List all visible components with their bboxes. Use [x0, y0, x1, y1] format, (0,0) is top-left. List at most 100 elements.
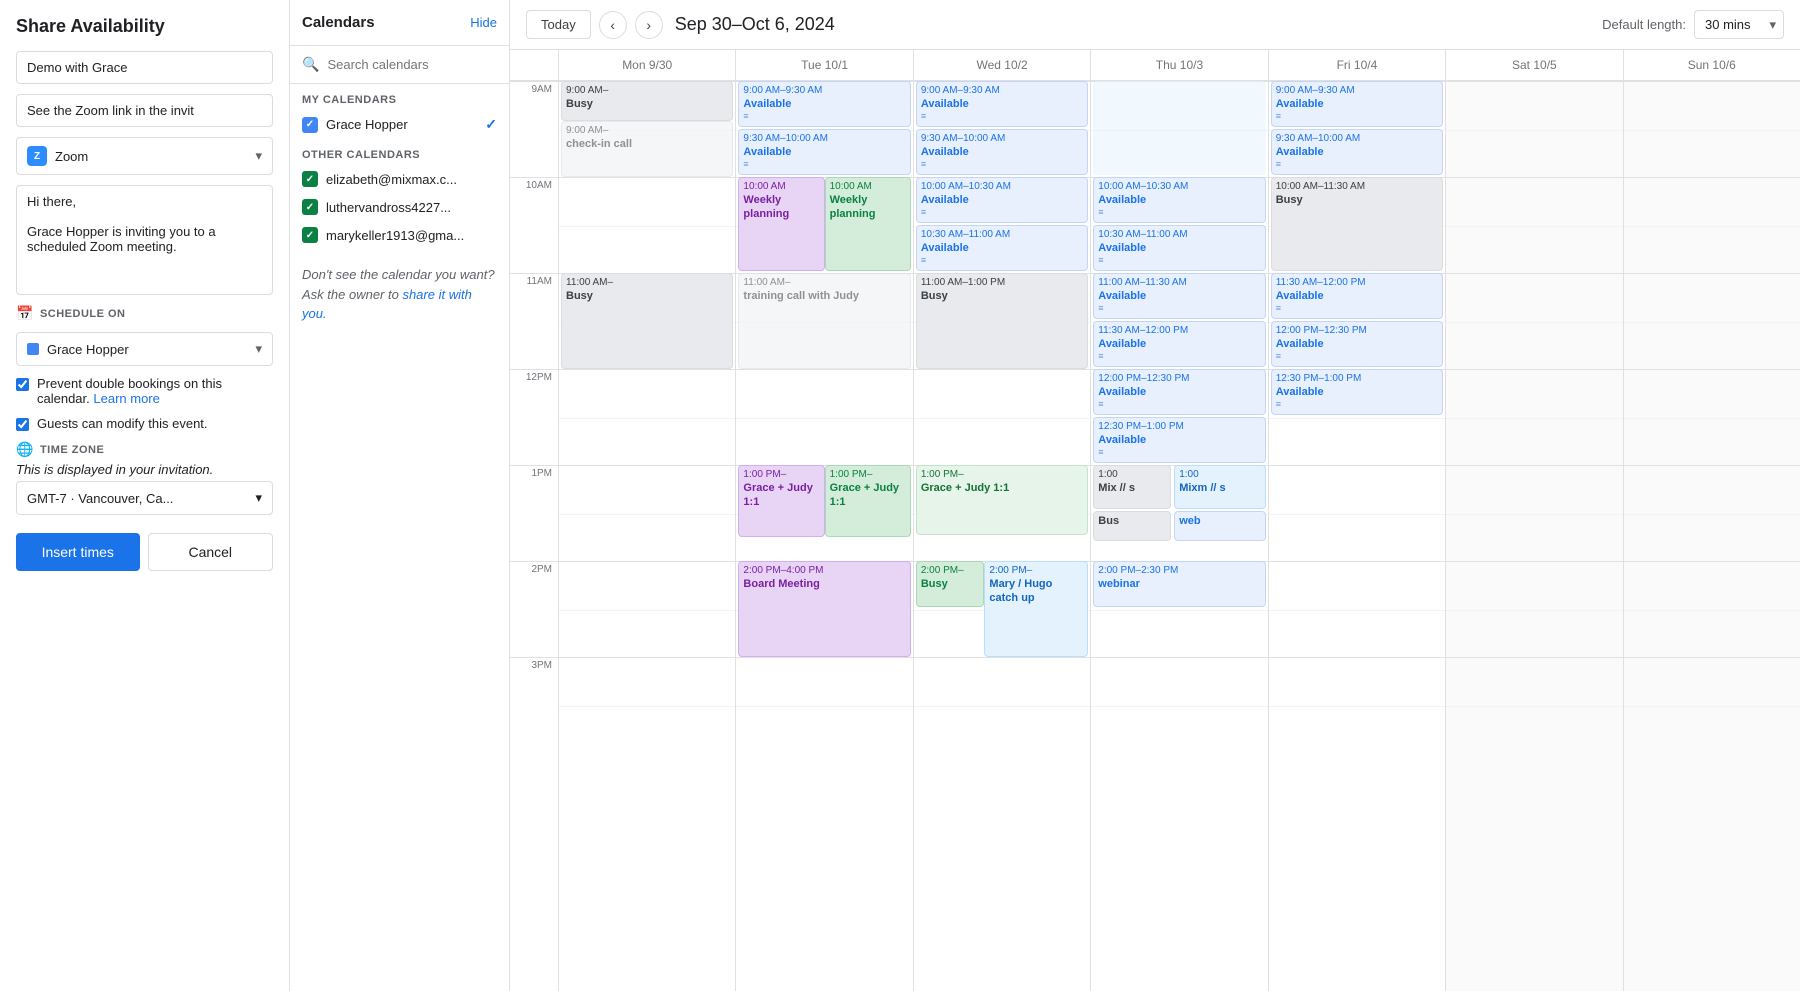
calendar-item-name-elizabeth: elizabeth@mixmax.c...: [326, 172, 497, 187]
learn-more-link[interactable]: Learn more: [93, 391, 159, 406]
calendar-nav: Today ‹ ›: [526, 10, 663, 39]
next-arrow[interactable]: ›: [635, 11, 663, 39]
calendar-item-name-grace: Grace Hopper: [326, 117, 477, 132]
search-calendars-box: 🔍: [290, 46, 509, 84]
search-calendars-input[interactable]: [327, 57, 497, 72]
event-wed-avail1[interactable]: 9:00 AM–9:30 AM Available ≡: [916, 81, 1088, 127]
conferencing-select[interactable]: Z Zoom ▾ Zoom: [16, 137, 273, 175]
event-wed-mary-hugo[interactable]: 2:00 PM– Mary / Hugo catch up: [984, 561, 1088, 657]
event-description-input[interactable]: [16, 94, 273, 127]
events-layer-mon: 9:00 AM– Busy 9:00 AM– check-in call 11:…: [559, 81, 735, 991]
col-header-tue: Tue 10/1: [735, 50, 912, 80]
time-9am: 9AM: [510, 81, 558, 177]
date-range: Sep 30–Oct 6, 2024: [675, 14, 1590, 35]
event-title-input[interactable]: [16, 51, 273, 84]
calendar-chevron-icon: ▾: [255, 341, 262, 357]
calendar-check-luther: ✓: [302, 199, 318, 215]
calendars-panel: Calendars Hide 🔍 MY CALENDARS ✓ Grace Ho…: [290, 0, 510, 991]
search-icon: 🔍: [302, 56, 319, 73]
calendar-selected-mark: ✓: [485, 116, 497, 133]
event-mon-busy2[interactable]: 11:00 AM– Busy: [561, 273, 733, 369]
event-fri-busy[interactable]: 10:00 AM–11:30 AM Busy: [1271, 177, 1443, 271]
day-col-tue: 9:00 AM–9:30 AM Available ≡ 9:30 AM–10:0…: [735, 81, 912, 991]
event-thu-bus[interactable]: Bus: [1093, 511, 1170, 541]
event-fri-avail2[interactable]: 9:30 AM–10:00 AM Available ≡: [1271, 129, 1443, 175]
message-textarea[interactable]: Hi there, Grace Hopper is inviting you t…: [16, 185, 273, 295]
calendar-item-elizabeth[interactable]: ✓ elizabeth@mixmax.c...: [290, 165, 509, 193]
cancel-button[interactable]: Cancel: [148, 533, 274, 571]
day-col-fri: 9:00 AM–9:30 AM Available ≡ 9:30 AM–10:0…: [1268, 81, 1445, 991]
calendar-grid: Mon 9/30 Tue 10/1 Wed 10/2 Thu 10/3 Fri …: [510, 50, 1800, 991]
day-col-mon: 9:00 AM– Busy 9:00 AM– check-in call 11:…: [558, 81, 735, 991]
share-it-link[interactable]: share it with you.: [302, 287, 472, 322]
day-col-sat: [1445, 81, 1622, 991]
event-thu-mix1[interactable]: 1:00 Mix // s: [1093, 465, 1170, 509]
event-thu-web[interactable]: web: [1174, 511, 1266, 541]
guests-modify-checkbox[interactable]: [16, 418, 29, 431]
time-10am: 10AM: [510, 177, 558, 273]
timezone-value: GMT-7 · Vancouver, Ca...: [27, 491, 173, 506]
col-header-fri: Fri 10/4: [1268, 50, 1445, 80]
calendar-check-mark: ✓: [306, 119, 314, 130]
events-layer-fri: 9:00 AM–9:30 AM Available ≡ 9:30 AM–10:0…: [1269, 81, 1445, 991]
event-thu-avail4[interactable]: 11:30 AM–12:00 PM Available ≡: [1093, 321, 1265, 367]
calendar-select[interactable]: Grace Hopper ▾: [16, 332, 273, 366]
prev-arrow[interactable]: ‹: [599, 11, 627, 39]
insert-times-button[interactable]: Insert times: [16, 533, 140, 571]
timezone-chevron-icon: ▾: [255, 490, 262, 506]
calendar-check-elizabeth: ✓: [302, 171, 318, 187]
col-header-sun: Sun 10/6: [1623, 50, 1800, 80]
calendar-check-grace: ✓: [302, 117, 318, 133]
other-calendars-label: OTHER CALENDARS: [290, 139, 509, 165]
event-fri-avail5[interactable]: 12:30 PM–1:00 PM Available ≡: [1271, 369, 1443, 415]
col-header-wed: Wed 10/2: [913, 50, 1090, 80]
event-wed-avail2[interactable]: 9:30 AM–10:00 AM Available ≡: [916, 129, 1088, 175]
time-12pm: 12PM: [510, 369, 558, 465]
event-tue-weekly2[interactable]: 10:00 AM Weekly planning: [825, 177, 911, 271]
calendar-check-mary: ✓: [302, 227, 318, 243]
event-tue-grace-judy2[interactable]: 1:00 PM– Grace + Judy 1:1: [825, 465, 911, 537]
calendar-item-luther[interactable]: ✓ luthervandross4227...: [290, 193, 509, 221]
calendar-item-mary[interactable]: ✓ marykeller1913@gma...: [290, 221, 509, 249]
events-layer-wed: 9:00 AM–9:30 AM Available ≡ 9:30 AM–10:0…: [914, 81, 1090, 991]
col-header-thu: Thu 10/3: [1090, 50, 1267, 80]
event-fri-avail4[interactable]: 12:00 PM–12:30 PM Available ≡: [1271, 321, 1443, 367]
today-button[interactable]: Today: [526, 10, 591, 39]
day-col-wed: 9:00 AM–9:30 AM Available ≡ 9:30 AM–10:0…: [913, 81, 1090, 991]
event-wed-avail4[interactable]: 10:30 AM–11:00 AM Available ≡: [916, 225, 1088, 271]
event-thu-avail2[interactable]: 10:30 AM–11:00 AM Available ≡: [1093, 225, 1265, 271]
time-1pm: 1PM: [510, 465, 558, 561]
event-thu-avail5[interactable]: 12:00 PM–12:30 PM Available ≡: [1093, 369, 1265, 415]
event-wed-busy[interactable]: 11:00 AM–1:00 PM Busy: [916, 273, 1088, 369]
event-tue-training[interactable]: 11:00 AM– training call with Judy: [738, 273, 910, 369]
timezone-select[interactable]: GMT-7 · Vancouver, Ca... ▾: [16, 481, 273, 515]
event-thu-avail1[interactable]: 10:00 AM–10:30 AM Available ≡: [1093, 177, 1265, 223]
event-tue-grace-judy1[interactable]: 1:00 PM– Grace + Judy 1:1: [738, 465, 824, 537]
event-wed-grace-judy[interactable]: 1:00 PM– Grace + Judy 1:1: [916, 465, 1088, 535]
event-mon-checkin[interactable]: 9:00 AM– check-in call: [561, 121, 733, 177]
event-thu-avail6[interactable]: 12:30 PM–1:00 PM Available ≡: [1093, 417, 1265, 463]
event-tue-weekly1[interactable]: 10:00 AM Weekly planning: [738, 177, 824, 271]
event-thu-avail7[interactable]: 2:00 PM–2:30 PM webinar: [1093, 561, 1265, 607]
no-see-calendar-note: Don't see the calendar you want? Ask the…: [290, 249, 509, 340]
event-tue-avail2[interactable]: 9:30 AM–10:00 AM Available ≡: [738, 129, 910, 175]
col-header-mon: Mon 9/30: [558, 50, 735, 80]
length-select[interactable]: 15 mins 30 mins 45 mins 60 mins: [1694, 10, 1784, 39]
event-thu-mix2[interactable]: 1:00 Mixm // s: [1174, 465, 1266, 509]
event-fri-avail3[interactable]: 11:30 AM–12:00 PM Available ≡: [1271, 273, 1443, 319]
calendar-item-grace[interactable]: ✓ Grace Hopper ✓: [290, 110, 509, 139]
main-calendar: Today ‹ › Sep 30–Oct 6, 2024 Default len…: [510, 0, 1800, 991]
event-mon-busy1[interactable]: 9:00 AM– Busy: [561, 81, 733, 121]
event-wed-avail3[interactable]: 10:00 AM–10:30 AM Available ≡: [916, 177, 1088, 223]
prevent-double-checkbox[interactable]: [16, 378, 29, 391]
event-thu-avail3[interactable]: 11:00 AM–11:30 AM Available ≡: [1093, 273, 1265, 319]
event-wed-busy2[interactable]: 2:00 PM– Busy: [916, 561, 985, 607]
calendars-panel-title: Calendars: [302, 14, 375, 31]
hide-link[interactable]: Hide: [470, 15, 497, 30]
events-layer-tue: 9:00 AM–9:30 AM Available ≡ 9:30 AM–10:0…: [736, 81, 912, 991]
event-tue-avail1[interactable]: 9:00 AM–9:30 AM Available ≡: [738, 81, 910, 127]
event-tue-board[interactable]: 2:00 PM–4:00 PM Board Meeting: [738, 561, 910, 657]
event-fri-avail1[interactable]: 9:00 AM–9:30 AM Available ≡: [1271, 81, 1443, 127]
col-header-sat: Sat 10/5: [1445, 50, 1622, 80]
prevent-double-row: Prevent double bookings on this calendar…: [16, 376, 273, 406]
